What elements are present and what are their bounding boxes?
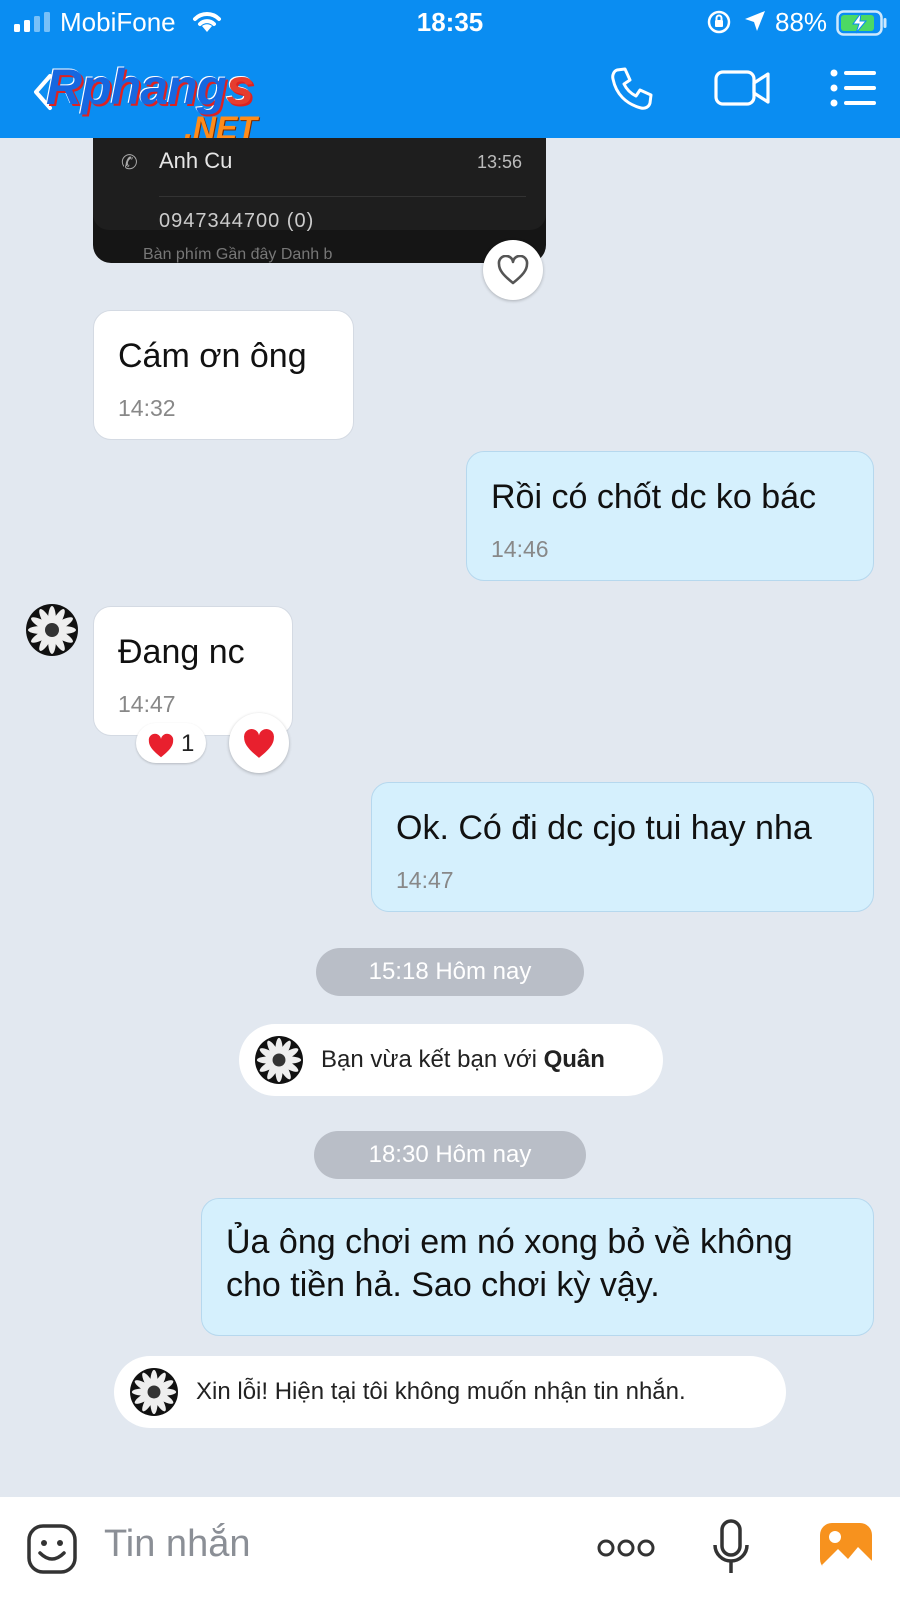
message-text-line-2: cho tiền hả. Sao chơi kỳ vậy. [226,1266,660,1304]
message-bubble-outgoing[interactable]: Ủa ông chơi em nó xong bỏ về không cho t… [201,1198,874,1336]
avatar[interactable] [26,604,78,656]
react-button[interactable] [483,240,543,300]
message-input[interactable]: Tin nhắn [104,1523,250,1566]
date-divider: 18:30 Hôm nay [314,1131,586,1179]
heart-icon [497,255,529,285]
call-log-time: 13:56 [476,152,522,172]
message-text: Rồi có chốt dc ko bác [491,478,817,516]
message-text-line-1: Ủa ông chơi em nó xong bỏ về không [226,1223,793,1261]
gallery-icon[interactable] [818,1521,874,1573]
phone-icon[interactable] [608,66,654,112]
message-bubble-outgoing[interactable]: Rồi có chốt dc ko bác 14:46 [466,451,874,581]
react-button[interactable] [229,713,289,773]
message-time: 14:46 [491,536,549,562]
flower-avatar-icon [28,606,76,654]
avatar[interactable] [255,1036,303,1084]
avatar[interactable] [130,1368,178,1416]
friend-added-notice: Bạn vừa kết bạn với Quân [239,1024,663,1096]
auto-reply-text: Xin lỗi! Hiện tại tôi không muốn nhận ti… [196,1378,686,1405]
call-log-tabs: Bàn phím Gần đây Danh b [143,246,333,263]
call-log-contact: Anh Cu [159,148,233,173]
status-bar: MobiFone 18:35 88% [0,0,900,46]
top-bar: MobiFone 18:35 88% Rphangs .NET [0,0,900,146]
battery-percent: 88% [775,7,828,37]
divider [159,196,526,197]
heart-icon [148,733,174,758]
watermark-logo: Rphangs .NET [46,59,257,146]
message-text: Cám ơn ông [118,337,307,375]
battery-icon [836,10,887,36]
shared-image-message[interactable]: ✆ Anh Cu 13:56 0947344700 (0) Bàn phím G… [93,138,546,263]
reaction-count: 1 [181,730,195,757]
microphone-icon[interactable] [712,1519,750,1577]
auto-reply-notice: Xin lỗi! Hiện tại tôi không muốn nhận ti… [114,1356,786,1428]
flower-avatar-icon [256,1037,302,1083]
date-divider: 15:18 Hôm nay [316,948,584,996]
message-bubble-incoming[interactable]: Cám ơn ông 14:32 [93,310,354,440]
message-time: 14:32 [118,395,176,421]
more-icon[interactable] [597,1537,655,1559]
rotation-lock-icon [707,10,731,34]
call-log-icon: ✆ [121,152,138,174]
flower-avatar-icon [131,1369,177,1415]
friend-added-text: Bạn vừa kết bạn với Quân [321,1046,605,1073]
reaction-summary[interactable]: 1 [136,723,206,763]
message-text: Đang nc [118,633,245,671]
emoji-icon[interactable] [26,1523,78,1575]
menu-icon[interactable] [830,66,878,110]
friend-name[interactable]: Quân [544,1046,605,1073]
call-log-number: 0947344700 (0) [159,210,315,232]
video-call-icon[interactable] [714,66,770,110]
heart-icon [244,729,274,758]
message-time: 14:47 [118,691,176,717]
location-icon [745,11,765,31]
message-time: 14:47 [396,867,454,893]
message-input-bar: Tin nhắn [0,1497,900,1600]
message-text: Ok. Có đi dc cjo tui hay nha [396,809,812,847]
message-bubble-outgoing[interactable]: Ok. Có đi dc cjo tui hay nha 14:47 [371,782,874,912]
